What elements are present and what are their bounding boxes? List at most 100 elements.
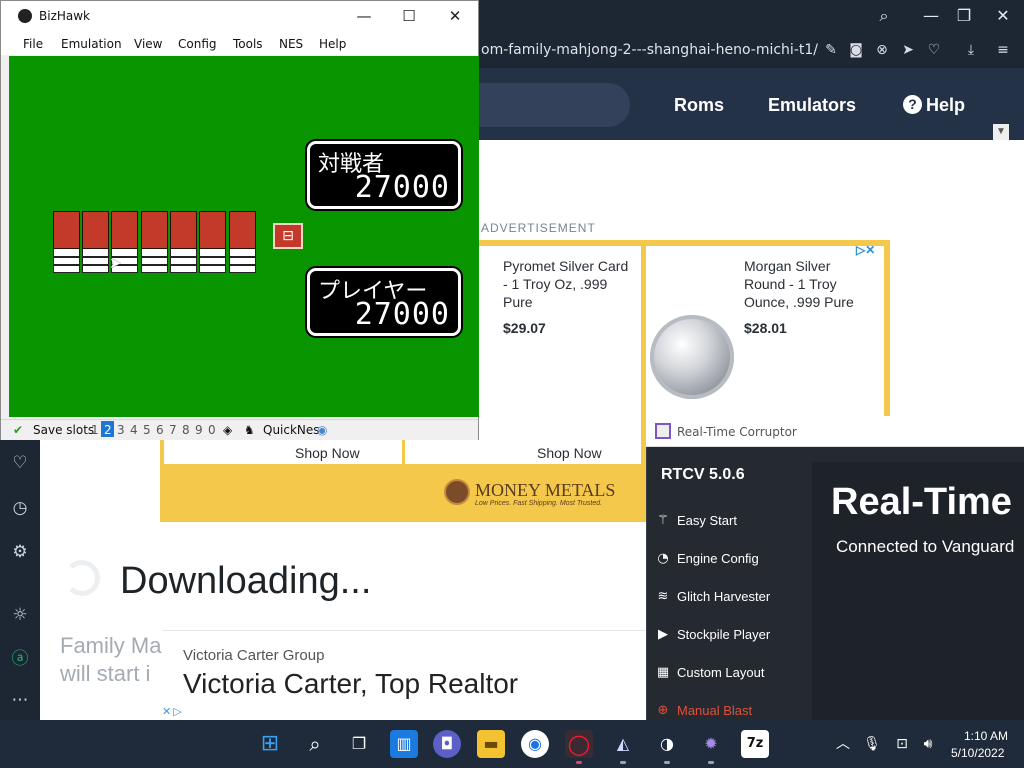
product-title-line[interactable]: Pyromet Silver Card — [503, 257, 628, 275]
ad-close-icon[interactable]: ✕▷ — [162, 705, 184, 718]
save-slot[interactable]: 2 — [104, 423, 112, 437]
browser-minimize-button[interactable]: — — [920, 6, 942, 26]
save-slot[interactable]: 7 — [169, 423, 177, 437]
rtcv-stockpile-player[interactable]: Stockpile Player — [677, 627, 770, 642]
bizhawk-close-button[interactable]: ✕ — [444, 5, 466, 27]
adchoices-icon[interactable]: ▷✕ — [856, 243, 875, 257]
send-icon[interactable]: ➤ — [899, 41, 917, 59]
shop-now-button[interactable]: Shop Now — [537, 445, 602, 461]
product-title-line[interactable]: Ounce, .999 Pure — [744, 293, 854, 311]
settings-gear-icon[interactable]: ⚙ — [8, 540, 32, 564]
menu-icon[interactable]: ≡ — [994, 41, 1012, 59]
browser-restore-button[interactable]: ❐ — [953, 6, 975, 26]
shop-now-button[interactable]: Shop Now — [295, 445, 360, 461]
gauge-icon: ◔ — [657, 551, 669, 566]
clock-time[interactable]: 1:10 AM — [964, 729, 1008, 743]
mahjong-tile[interactable] — [199, 211, 226, 273]
save-slot[interactable]: 9 — [195, 423, 203, 437]
product-price: $28.01 — [744, 320, 787, 336]
amazon-icon[interactable]: ⓐ — [8, 647, 32, 671]
file-explorer-icon[interactable]: ▬ — [477, 730, 505, 758]
windows-start-icon[interactable]: ⊞ — [256, 730, 284, 758]
browser-close-button[interactable]: ✕ — [992, 6, 1014, 26]
save-slot[interactable]: 5 — [143, 423, 151, 437]
menu-emulation[interactable]: Emulation — [61, 37, 122, 51]
favorites-heart-icon[interactable]: ♡ — [8, 451, 32, 475]
7zip-icon[interactable]: 7z — [741, 730, 769, 758]
microphone-icon[interactable]: 🎙︎ — [863, 735, 881, 753]
tray-overflow-chevron-icon[interactable]: ︿ — [834, 735, 852, 753]
play-icon: ▶ — [658, 627, 668, 642]
more-icon[interactable]: ⋯ — [8, 688, 32, 712]
rtcv-glitch-harvester[interactable]: Glitch Harvester — [677, 589, 770, 604]
controller-icon[interactable]: ◈ — [223, 423, 232, 437]
tips-lightbulb-icon[interactable]: ☼ — [8, 603, 32, 627]
bizhawk-minimize-button[interactable]: — — [353, 5, 375, 27]
help-icon[interactable]: ? — [903, 95, 922, 114]
mahjong-tile[interactable] — [141, 211, 168, 273]
clock-date[interactable]: 5/10/2022 — [951, 746, 1004, 760]
nav-roms-link[interactable]: Roms — [674, 95, 724, 116]
save-slot[interactable]: 3 — [117, 423, 125, 437]
realtor-ad-org[interactable]: Victoria Carter Group — [183, 647, 324, 664]
save-slot[interactable]: 0 — [208, 423, 216, 437]
product-title-line[interactable]: Morgan Silver — [744, 257, 830, 275]
widgets-icon[interactable]: ▥ — [390, 730, 418, 758]
menu-config[interactable]: Config — [178, 37, 217, 51]
nav-help-link[interactable]: Help — [926, 95, 965, 116]
download-icon[interactable]: ⤓ — [962, 41, 980, 59]
money-metals-mark-icon — [444, 479, 470, 505]
core-icon: ♞ — [244, 423, 255, 437]
camera-icon[interactable]: ◙ — [847, 41, 865, 59]
menu-help[interactable]: Help — [319, 37, 346, 51]
bizhawk-maximize-button[interactable]: ☐ — [398, 5, 420, 27]
mahjong-tile[interactable] — [229, 211, 256, 273]
task-view-icon[interactable]: ❐ — [345, 730, 373, 758]
block-ads-icon[interactable]: ⊗ — [873, 41, 891, 59]
volume-icon[interactable]: 🔊︎ — [919, 735, 937, 753]
menu-file[interactable]: File — [23, 37, 43, 51]
product-title-line[interactable]: Round - 1 Troy — [744, 275, 837, 293]
menu-view[interactable]: View — [134, 37, 162, 51]
realtor-ad-headline[interactable]: Victoria Carter, Top Realtor — [183, 668, 518, 700]
product-title-line[interactable]: Pure — [503, 293, 533, 311]
nav-emulators-link[interactable]: Emulators — [768, 95, 856, 116]
mahjong-tile[interactable] — [53, 211, 80, 273]
dealer-marker-icon: ⊟ — [273, 223, 303, 249]
user-icon[interactable]: ◉ — [317, 423, 327, 437]
opera-icon[interactable]: ◯ — [565, 730, 593, 758]
chrome-icon[interactable]: ◉ — [521, 730, 549, 758]
running-indicator — [620, 761, 626, 764]
rtcv-engine-config[interactable]: Engine Config — [677, 551, 759, 566]
scroll-down-arrow[interactable]: ▼ — [993, 124, 1009, 140]
network-icon[interactable]: ⊡ — [893, 735, 911, 753]
save-slot[interactable]: 1 — [91, 423, 99, 437]
heart-icon[interactable]: ♡ — [925, 41, 943, 59]
edit-icon[interactable]: ✎ — [822, 41, 840, 59]
rtcv-custom-layout[interactable]: Custom Layout — [677, 665, 764, 680]
history-clock-icon[interactable]: ◷ — [8, 496, 32, 520]
mahjong-tile[interactable] — [82, 211, 109, 273]
mouse-cursor-icon: ➤ — [109, 254, 122, 272]
url-text[interactable]: om-family-mahjong-2---shanghai-heno-mich… — [481, 42, 818, 58]
menu-tools[interactable]: Tools — [233, 37, 263, 51]
save-slot[interactable]: 4 — [130, 423, 138, 437]
search-icon[interactable]: ⌕ — [301, 730, 329, 758]
download-subtext: will start i — [60, 661, 151, 686]
product-title-line[interactable]: - 1 Troy Oz, .999 — [503, 275, 607, 293]
save-slot[interactable]: 8 — [182, 423, 190, 437]
opponent-score-box: 対戦者 27000 — [307, 141, 461, 209]
mahjong-tile[interactable] — [170, 211, 197, 273]
grid-icon: ▦ — [656, 665, 670, 680]
rtcv-taskbar-icon[interactable]: ✹ — [697, 730, 725, 758]
browser-search-icon[interactable]: ⌕ — [873, 6, 895, 26]
save-slot[interactable]: 6 — [156, 423, 164, 437]
crosshair-icon: ⊕ — [657, 703, 669, 718]
menu-nes[interactable]: NES — [279, 37, 303, 51]
emulator-icon[interactable]: ◭ — [609, 730, 637, 758]
silver-coin-image[interactable] — [650, 315, 734, 399]
bizhawk-taskbar-icon[interactable]: ◑ — [653, 730, 681, 758]
rtcv-manual-blast[interactable]: Manual Blast — [677, 703, 752, 718]
chat-icon[interactable]: ◘ — [433, 730, 461, 758]
rtcv-easy-start[interactable]: Easy Start — [677, 513, 737, 528]
